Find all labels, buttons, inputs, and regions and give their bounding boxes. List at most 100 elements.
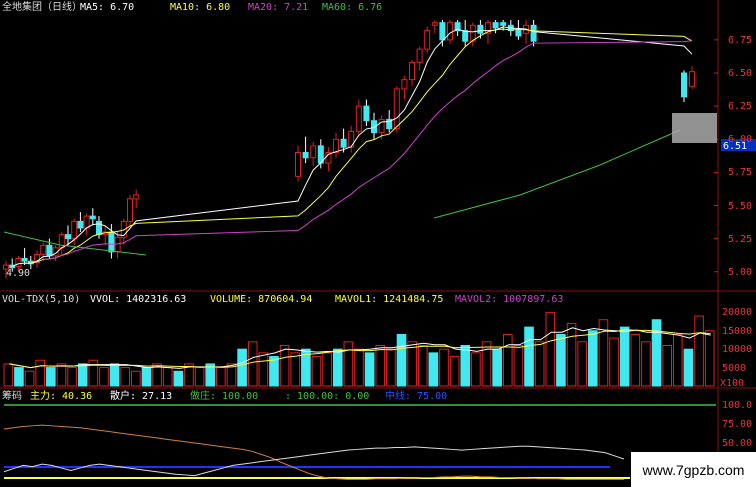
volume-bar xyxy=(694,315,704,387)
sanhu-label: 散户: 27.13 xyxy=(110,391,173,402)
price-tick-label: 5.25 xyxy=(728,233,753,245)
volume-bar xyxy=(566,322,577,387)
volume-bar xyxy=(556,333,566,387)
volume-bar xyxy=(502,333,513,387)
candle-body xyxy=(378,118,385,134)
ma5-label: MA5: 6.70 xyxy=(80,2,135,13)
candle-body xyxy=(340,138,347,148)
mavol2-label: MAVOL2: 1007897.63 xyxy=(455,294,564,305)
volume-bar xyxy=(290,352,301,387)
volume-bar xyxy=(162,367,173,387)
candle-body xyxy=(462,30,469,42)
candle-body xyxy=(114,236,121,253)
volume-bar xyxy=(364,352,375,387)
selection-highlight xyxy=(672,113,717,143)
volume-tick-label: 20000 xyxy=(722,307,753,319)
volume-bar xyxy=(35,359,46,387)
volume-bar xyxy=(88,359,99,387)
candle-body xyxy=(355,105,362,132)
candle-body xyxy=(500,22,507,26)
price-tick-label: 6.50 xyxy=(728,68,753,79)
candle-body xyxy=(21,258,28,262)
mavol1-label: MAVOL1: 1241484.75 xyxy=(335,294,444,305)
candle-body xyxy=(477,24,484,34)
candle-body xyxy=(409,61,415,81)
chart-title: 全地集团（日线） xyxy=(2,2,82,13)
volume-bar xyxy=(77,363,88,387)
price-tick-label: 6.00 xyxy=(728,134,753,146)
candle-body xyxy=(363,105,370,122)
zhuang-label: 做庄: 100.00 xyxy=(190,391,259,402)
zhuli-line xyxy=(3,424,624,480)
candle-body xyxy=(447,22,453,41)
volume-tick-label: 15000 xyxy=(722,325,753,337)
candle-body xyxy=(40,244,47,256)
ma10-label: MA10: 6.80 xyxy=(170,2,231,13)
price-axis xyxy=(714,39,718,273)
volume-bars xyxy=(3,311,715,387)
candle-body xyxy=(295,152,301,177)
indicator-name: 筹码 xyxy=(2,391,22,402)
volume-bar xyxy=(449,356,460,387)
volume-bar xyxy=(651,319,662,387)
volume-bar xyxy=(131,370,141,387)
volume-bar xyxy=(109,363,120,387)
volume-unit-label: X100 xyxy=(720,378,745,389)
volume-bar xyxy=(46,367,56,387)
volume-bar xyxy=(619,326,630,387)
volume-bar xyxy=(322,352,332,387)
candle-body xyxy=(515,30,522,37)
volume-bar xyxy=(99,367,109,387)
volume-bar xyxy=(641,341,651,387)
candle-body xyxy=(15,258,22,267)
volume-bar xyxy=(14,367,24,387)
indicator-lines xyxy=(3,404,716,480)
ma60-line-right xyxy=(433,129,681,219)
price-tick-label: 5.75 xyxy=(728,167,753,179)
volume-bar xyxy=(672,333,683,387)
ma60-label: MA60: 6.76 xyxy=(322,2,383,13)
volume-bar xyxy=(375,345,386,387)
price-tick-label: 5.00 xyxy=(728,266,753,278)
indicator-tick-label: 75.00 xyxy=(722,418,753,430)
candle-body xyxy=(310,145,317,159)
low-price-marker: 4.90 xyxy=(6,268,31,279)
candle-body xyxy=(333,138,339,153)
volume-bar xyxy=(3,363,14,387)
candle-body xyxy=(83,215,90,229)
volume-bar xyxy=(332,348,343,387)
volume-bar xyxy=(407,341,417,387)
volume-bar xyxy=(173,370,184,387)
volume-bar xyxy=(630,333,641,387)
candle-body xyxy=(108,231,115,253)
indicator-value: : 100.00: 0.00 xyxy=(285,391,370,402)
volume-tick-label: 10000 xyxy=(722,344,753,356)
candle-body xyxy=(530,24,537,42)
volume-bar xyxy=(354,348,364,387)
volume-bar xyxy=(386,348,396,387)
candle-body xyxy=(393,88,400,130)
candlestick-series xyxy=(3,20,695,279)
watermark: www.7gpzb.com xyxy=(631,452,756,487)
volume-bar xyxy=(417,345,428,387)
sanhu-line xyxy=(3,445,625,477)
candle-body xyxy=(302,152,309,159)
volume-bar xyxy=(396,333,407,387)
volume-bar xyxy=(428,352,439,387)
candle-body xyxy=(77,220,84,229)
chart-canvas: 6.51 xyxy=(0,0,756,487)
volume-bar xyxy=(534,341,545,387)
candle-body xyxy=(424,30,431,50)
volume-bar xyxy=(471,352,481,387)
volume-bar xyxy=(704,330,715,387)
volume-bar xyxy=(247,341,258,387)
candle-body xyxy=(681,72,687,98)
volume-tick-label: 5000 xyxy=(722,362,747,374)
candle-body xyxy=(416,48,423,63)
volume-label: VOLUME: 870604.94 xyxy=(210,294,313,305)
ma20-label: MA20: 7.21 xyxy=(248,2,309,13)
volume-bar xyxy=(439,348,449,387)
candle-body xyxy=(439,22,446,41)
candle-body xyxy=(689,71,695,87)
candle-body xyxy=(133,194,140,200)
